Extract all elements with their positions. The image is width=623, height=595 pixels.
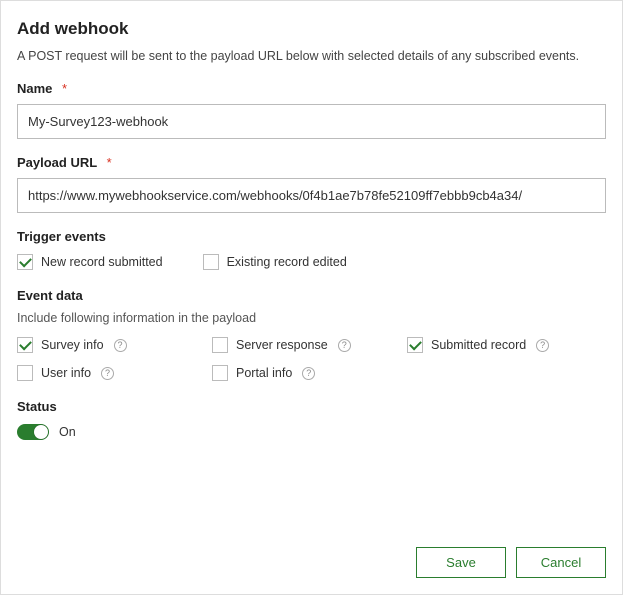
event-data-grid: Survey info ? Server response ? Submitte…	[17, 337, 606, 381]
help-icon[interactable]: ?	[101, 367, 114, 380]
checkbox-icon	[17, 254, 33, 270]
event-portal-info[interactable]: Portal info ?	[212, 365, 407, 381]
checkbox-icon	[17, 337, 33, 353]
required-indicator: *	[107, 155, 112, 170]
help-icon[interactable]: ?	[302, 367, 315, 380]
dialog-footer: Save Cancel	[416, 547, 606, 578]
required-indicator: *	[62, 81, 67, 96]
trigger-existing-record[interactable]: Existing record edited	[203, 254, 347, 270]
name-label: Name *	[17, 81, 606, 96]
payload-url-input[interactable]	[17, 178, 606, 213]
help-icon[interactable]: ?	[338, 339, 351, 352]
event-server-response[interactable]: Server response ?	[212, 337, 407, 353]
save-button[interactable]: Save	[416, 547, 506, 578]
checkbox-icon	[212, 337, 228, 353]
name-field-block: Name *	[17, 81, 606, 139]
checkbox-icon	[17, 365, 33, 381]
event-user-info[interactable]: User info ?	[17, 365, 212, 381]
help-icon[interactable]: ?	[536, 339, 549, 352]
payload-url-field-block: Payload URL *	[17, 155, 606, 213]
name-input[interactable]	[17, 104, 606, 139]
payload-url-label: Payload URL *	[17, 155, 606, 170]
cancel-button[interactable]: Cancel	[516, 547, 606, 578]
status-section: Status On	[17, 399, 606, 440]
event-data-subtext: Include following information in the pay…	[17, 311, 606, 325]
add-webhook-panel: Add webhook A POST request will be sent …	[0, 0, 623, 595]
page-title: Add webhook	[17, 19, 606, 39]
status-toggle[interactable]	[17, 424, 49, 440]
checkbox-icon	[407, 337, 423, 353]
event-data-label: Event data	[17, 288, 606, 303]
trigger-events-section: Trigger events New record submitted Exis…	[17, 229, 606, 270]
event-submitted-record[interactable]: Submitted record ?	[407, 337, 602, 353]
status-value-label: On	[59, 425, 76, 439]
page-description: A POST request will be sent to the paylo…	[17, 49, 606, 63]
trigger-new-record[interactable]: New record submitted	[17, 254, 163, 270]
status-toggle-row: On	[17, 424, 606, 440]
checkbox-icon	[203, 254, 219, 270]
trigger-events-label: Trigger events	[17, 229, 606, 244]
event-data-section: Event data Include following information…	[17, 288, 606, 381]
trigger-events-row: New record submitted Existing record edi…	[17, 254, 606, 270]
event-survey-info[interactable]: Survey info ?	[17, 337, 212, 353]
help-icon[interactable]: ?	[114, 339, 127, 352]
status-label: Status	[17, 399, 606, 414]
checkbox-icon	[212, 365, 228, 381]
